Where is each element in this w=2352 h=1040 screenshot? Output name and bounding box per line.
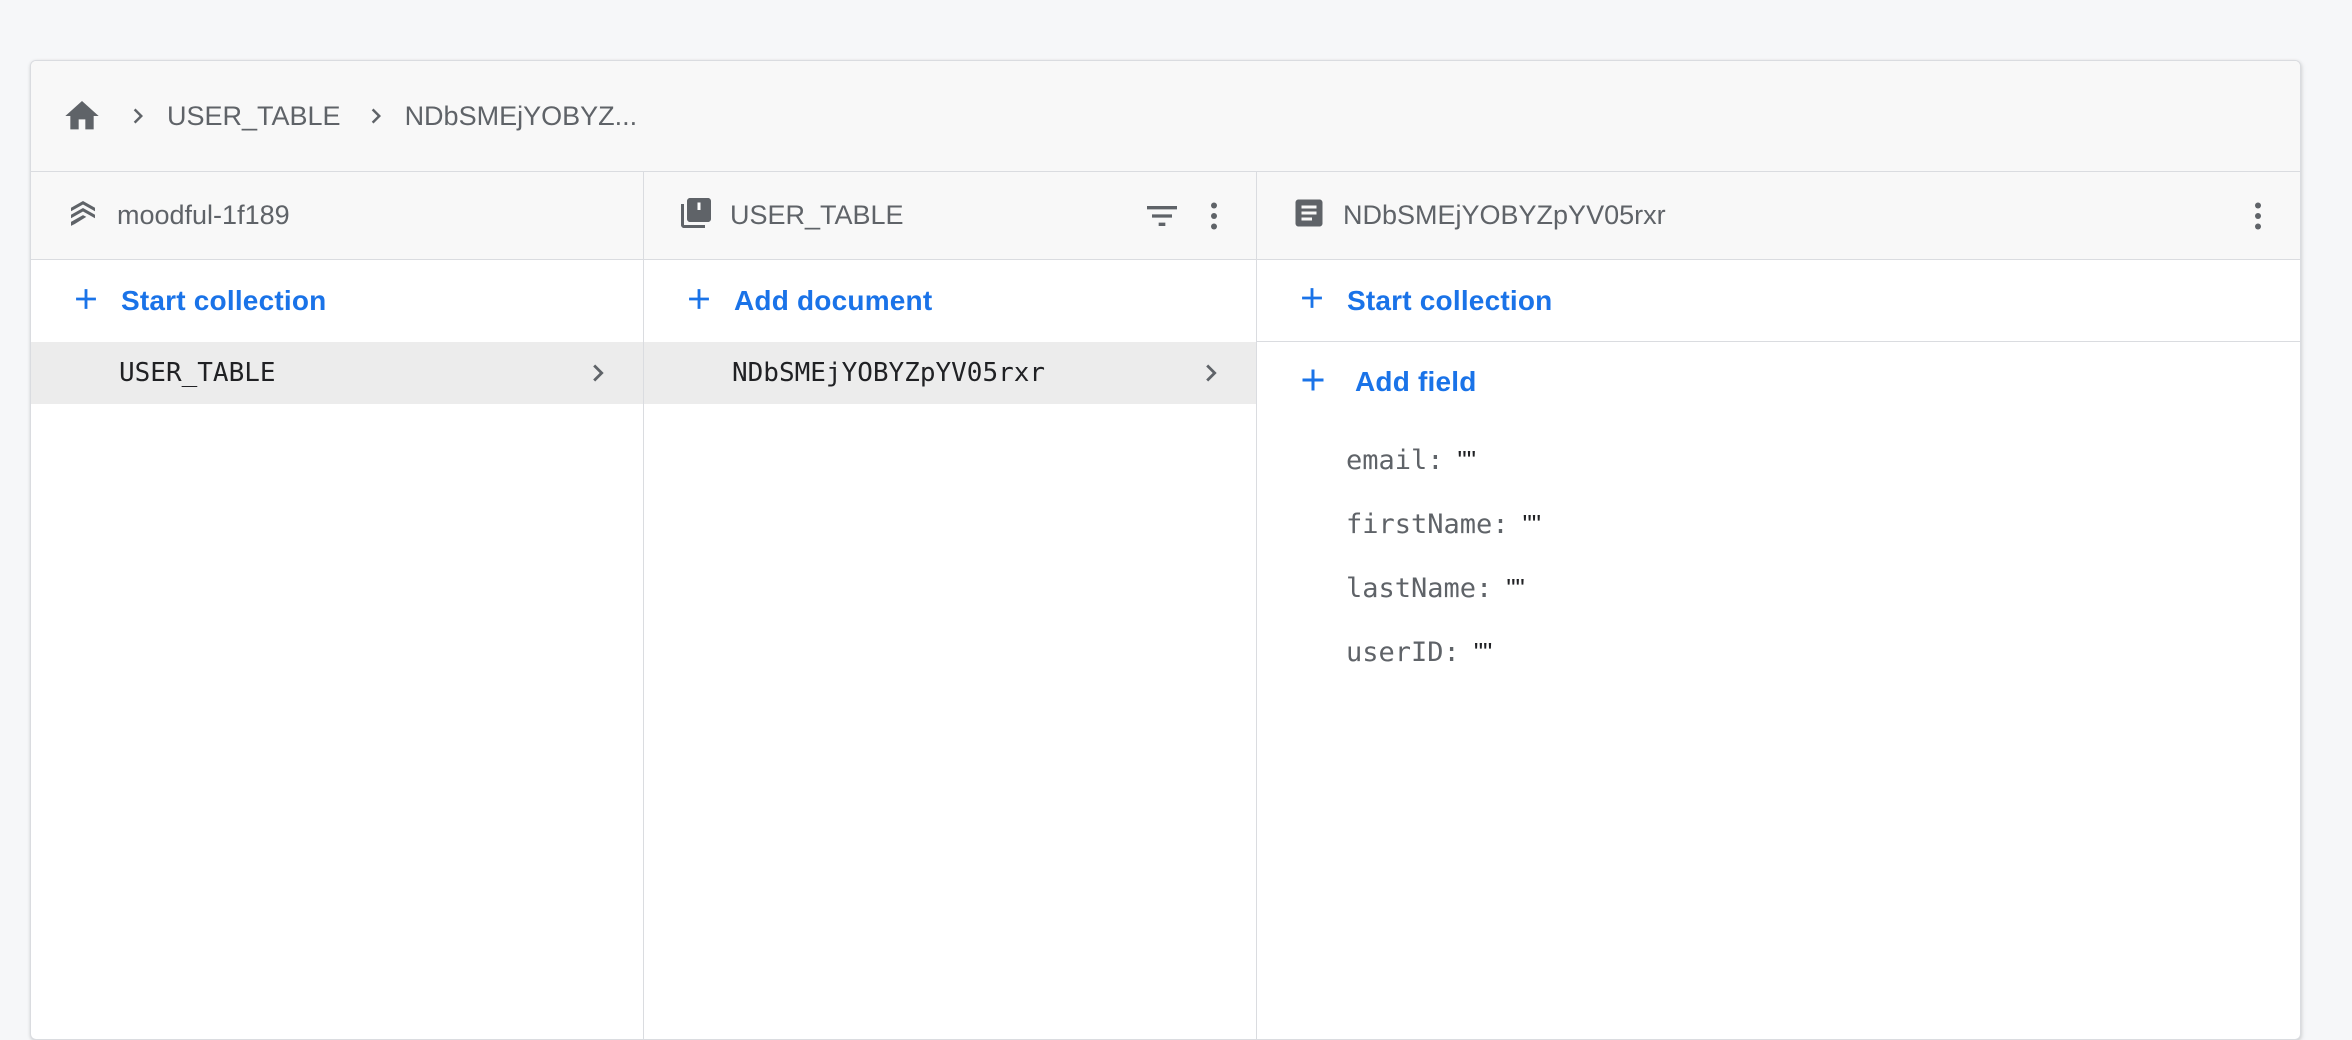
firestore-stack-icon: [65, 195, 101, 236]
add-document-label: Add document: [734, 285, 933, 316]
field-row[interactable]: userID: "": [1346, 620, 2300, 684]
collection-icon: [678, 195, 714, 236]
document-column-header: NDbSMEjYOBYZpYV05rxr: [1257, 172, 2300, 260]
plus-icon: [1295, 281, 1329, 320]
field-row[interactable]: firstName: "": [1346, 492, 2300, 556]
more-vert-icon[interactable]: [2240, 196, 2276, 236]
field-value: "": [1522, 508, 1542, 539]
plus-icon: [682, 282, 716, 321]
firestore-data-panel: USER_TABLE NDbSMEjYOBYZ... moodful-1f189…: [30, 60, 2301, 1040]
collection-column-header: USER_TABLE: [644, 172, 1256, 260]
collection-title: USER_TABLE: [730, 200, 904, 230]
start-subcollection-button[interactable]: Start collection: [1257, 260, 2300, 342]
list-item-document[interactable]: NDbSMEjYOBYZpYV05rxr: [644, 342, 1256, 404]
document-icon: [1291, 195, 1327, 236]
field-row[interactable]: lastName: "": [1346, 556, 2300, 620]
list-item-collection[interactable]: USER_TABLE: [31, 342, 643, 404]
collection-column: USER_TABLE Add document NDbSMEjYOBYZpYV0…: [644, 172, 1257, 1039]
project-title: moodful-1f189: [117, 200, 290, 230]
document-id: NDbSMEjYOBYZpYV05rxr: [732, 358, 1046, 388]
plus-icon: [69, 282, 103, 321]
document-title: NDbSMEjYOBYZpYV05rxr: [1343, 200, 1666, 230]
chevron-right-icon: [355, 95, 397, 137]
chevron-right-icon: [1194, 342, 1228, 404]
more-vert-icon[interactable]: [1196, 196, 1232, 236]
field-value: "": [1473, 636, 1493, 667]
add-field-label: Add field: [1355, 366, 1477, 397]
document-column: NDbSMEjYOBYZpYV05rxr Start collection Ad…: [1257, 172, 2300, 1039]
chevron-right-icon: [117, 95, 159, 137]
field-value: "": [1506, 572, 1525, 603]
field-list: email: "" firstName: "" lastName: "" use…: [1257, 422, 2300, 684]
plus-icon: [1295, 362, 1331, 403]
home-icon[interactable]: [61, 95, 103, 137]
add-field-button[interactable]: Add field: [1257, 342, 2300, 422]
filter-icon[interactable]: [1142, 196, 1182, 236]
field-key: firstName: [1346, 508, 1493, 540]
add-document-button[interactable]: Add document: [644, 260, 1256, 342]
root-column-header: moodful-1f189: [31, 172, 643, 260]
breadcrumb: USER_TABLE NDbSMEjYOBYZ...: [31, 61, 2300, 172]
root-column: moodful-1f189 Start collection USER_TABL…: [31, 172, 644, 1039]
collection-name: USER_TABLE: [119, 358, 276, 388]
chevron-right-icon: [581, 342, 615, 404]
field-value: "": [1457, 444, 1477, 475]
breadcrumb-item-document[interactable]: NDbSMEjYOBYZ...: [405, 101, 638, 132]
field-key: email: [1346, 444, 1428, 476]
start-subcollection-label: Start collection: [1347, 284, 1553, 316]
field-key: userID: [1346, 636, 1444, 668]
start-collection-label: Start collection: [121, 285, 327, 316]
start-collection-button[interactable]: Start collection: [31, 260, 643, 342]
breadcrumb-item-collection[interactable]: USER_TABLE: [167, 101, 341, 132]
field-key: lastName: [1346, 572, 1477, 604]
field-row[interactable]: email: "": [1346, 428, 2300, 492]
